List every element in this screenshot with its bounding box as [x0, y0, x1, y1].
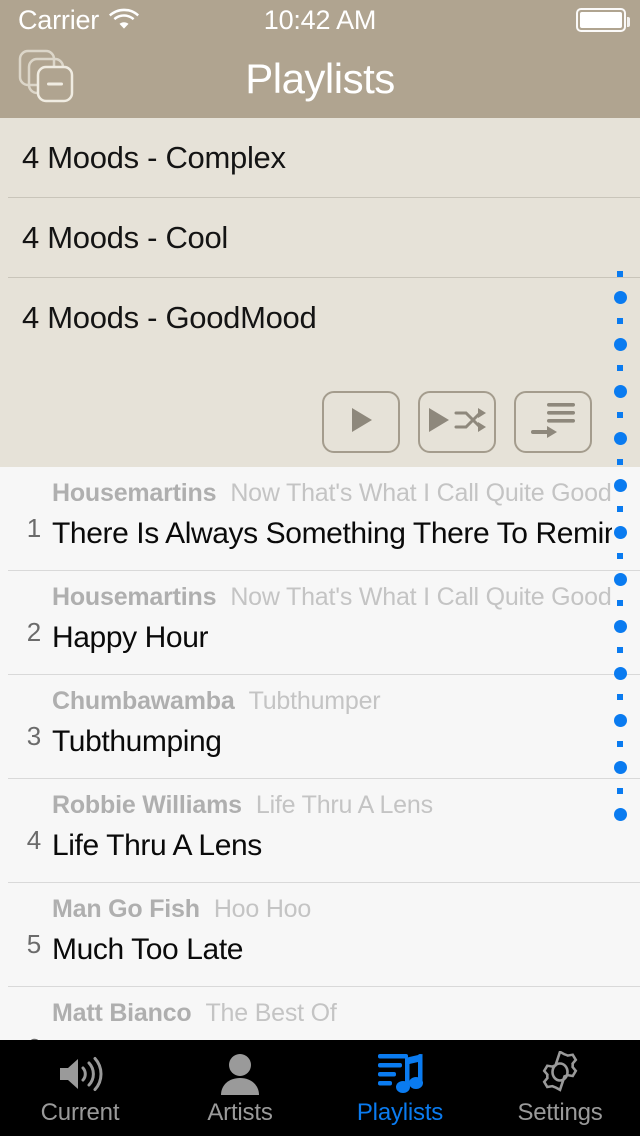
- scroll-dot: [613, 526, 627, 539]
- play-icon: [344, 403, 378, 442]
- status-bar: Carrier 10:42 AM: [0, 0, 640, 40]
- tab-bar: Current Artists Playlists Settings: [0, 1040, 640, 1136]
- track-row[interactable]: 4 Robbie Williams Life Thru A Lens Life …: [0, 779, 640, 883]
- track-artist: Housemartins: [52, 583, 217, 611]
- scroll-dot: [613, 338, 627, 351]
- track-meta: Housemartins Now That's What I Call Quit…: [52, 479, 612, 513]
- play-shuffle-icon: [426, 403, 488, 442]
- track-album: Now That's What I Call Quite Good: [230, 583, 612, 611]
- tab-label: Playlists: [356, 1099, 444, 1126]
- speaker-icon: [56, 1051, 104, 1097]
- scroll-dot: [613, 620, 627, 633]
- scroll-dot: [613, 573, 627, 586]
- playlist-row-selected[interactable]: 4 Moods - GoodMood: [0, 278, 640, 358]
- page-title: Playlists: [245, 55, 395, 102]
- track-artist: Robbie Williams: [52, 791, 242, 819]
- tab-artists[interactable]: Artists: [160, 1040, 320, 1136]
- status-bar-right: [576, 0, 630, 40]
- track-meta: Man Go Fish Hoo Hoo: [52, 895, 612, 929]
- track-list[interactable]: 1 Housemartins Now That's What I Call Qu…: [0, 467, 640, 1040]
- track-row[interactable]: 3 Chumbawamba Tubthumper Tubthumping: [0, 675, 640, 779]
- scroll-dot: [617, 788, 623, 794]
- status-bar-time: 10:42 AM: [263, 4, 377, 35]
- track-title: There Is Always Something There To Remin…: [52, 517, 612, 550]
- scroll-dot: [617, 412, 623, 418]
- scroll-dot: [613, 714, 627, 727]
- scroll-dot: [617, 553, 623, 559]
- track-meta: Matt Bianco The Best Of: [52, 999, 612, 1033]
- playlist-name: 4 Moods - GoodMood: [22, 300, 317, 335]
- scroll-dot: [613, 808, 627, 821]
- gear-icon: [537, 1051, 583, 1097]
- scroll-dot: [617, 459, 623, 465]
- track-number: 3: [26, 721, 42, 751]
- person-icon: [218, 1051, 262, 1097]
- scroll-dot: [617, 318, 623, 324]
- scroll-dot: [617, 271, 623, 277]
- scroll-dot: [617, 694, 623, 700]
- add-to-queue-button[interactable]: [514, 391, 592, 453]
- scroll-dot: [617, 365, 623, 371]
- tab-settings[interactable]: Settings: [480, 1040, 640, 1136]
- battery-fill: [580, 12, 622, 28]
- scroll-dot: [617, 506, 623, 512]
- track-number: 4: [26, 825, 42, 855]
- track-title: Much Too Late: [52, 933, 244, 966]
- track-album: Life Thru A Lens: [255, 791, 433, 819]
- track-artist: Housemartins: [52, 479, 217, 507]
- shuffle-play-button[interactable]: [418, 391, 496, 453]
- track-album: Now That's What I Call Quite Good: [230, 479, 612, 507]
- track-row[interactable]: 5 Man Go Fish Hoo Hoo Much Too Late: [0, 883, 640, 987]
- tab-current[interactable]: Current: [0, 1040, 160, 1136]
- playlist-row[interactable]: 4 Moods - Cool: [0, 198, 640, 278]
- playlist-name: 4 Moods - Cool: [22, 220, 229, 255]
- scroll-dot: [613, 432, 627, 445]
- app-screen: Carrier 10:42 AM Playlists 4 Moods - Com…: [0, 0, 640, 1136]
- scroll-dot: [617, 741, 623, 747]
- track-meta: Robbie Williams Life Thru A Lens: [52, 791, 612, 825]
- scroll-dot: [613, 291, 627, 304]
- scroll-dot: [613, 761, 627, 774]
- track-album: The Best Of: [205, 999, 337, 1027]
- play-button[interactable]: [322, 391, 400, 453]
- track-meta: Housemartins Now That's What I Call Quit…: [52, 583, 612, 617]
- battery-full-icon: [576, 8, 630, 32]
- track-artist: Matt Bianco: [52, 999, 192, 1027]
- track-row[interactable]: 1 Housemartins Now That's What I Call Qu…: [0, 467, 640, 571]
- track-album: Hoo Hoo: [213, 895, 312, 923]
- playlist-name: 4 Moods - Complex: [22, 140, 286, 175]
- scroll-dot: [617, 600, 623, 606]
- tab-label: Current: [40, 1099, 120, 1126]
- navigation-bar: Playlists: [0, 40, 640, 118]
- track-artist: Man Go Fish: [52, 895, 200, 923]
- playlist-action-bar: [0, 377, 640, 467]
- music-list-icon: [376, 1051, 424, 1097]
- track-title: Tubthumping: [52, 725, 222, 758]
- scroll-dot: [617, 647, 623, 653]
- playlist-row[interactable]: 4 Moods - Complex: [0, 118, 640, 198]
- track-row[interactable]: 6 Matt Bianco The Best Of: [0, 987, 640, 1040]
- tab-label: Settings: [517, 1099, 603, 1126]
- track-title: Life Thru A Lens: [52, 829, 262, 862]
- scroll-dot: [613, 479, 627, 492]
- track-meta: Chumbawamba Tubthumper: [52, 687, 612, 721]
- track-artist: Chumbawamba: [52, 687, 235, 715]
- add-to-queue-icon: [529, 400, 577, 445]
- track-album: Tubthumper: [248, 687, 381, 715]
- track-number: 1: [26, 513, 42, 543]
- track-number: 5: [26, 929, 42, 959]
- scroll-dot: [613, 385, 627, 398]
- tab-label: Artists: [207, 1099, 273, 1126]
- tab-playlists[interactable]: Playlists: [320, 1040, 480, 1136]
- playlist-section: 4 Moods - Complex 4 Moods - Cool 4 Moods…: [0, 118, 640, 467]
- scroll-indicator[interactable]: [610, 262, 630, 862]
- track-title: Happy Hour: [52, 621, 209, 654]
- track-number: 2: [26, 617, 42, 647]
- scroll-dot: [613, 667, 627, 680]
- track-row[interactable]: 2 Housemartins Now That's What I Call Qu…: [0, 571, 640, 675]
